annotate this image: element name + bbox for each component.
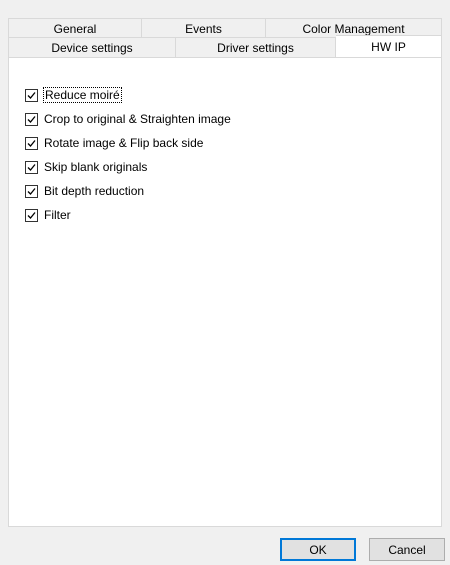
option-label: Skip blank originals [44,160,148,174]
check-icon [27,139,36,147]
tab-device-settings[interactable]: Device settings [8,37,176,57]
checkbox-filter[interactable] [25,208,38,222]
option-label: Bit depth reduction [44,184,145,198]
option-crop-straighten[interactable]: Crop to original & Straighten image [25,107,231,131]
option-filter[interactable]: Filter [25,203,231,227]
option-skip-blank[interactable]: Skip blank originals [25,155,231,179]
option-reduce-moire[interactable]: Reduce moiré [25,83,231,107]
checkbox-crop-straighten[interactable] [25,112,38,126]
cancel-button[interactable]: Cancel [369,538,445,561]
tab-events[interactable]: Events [142,18,266,38]
option-label: Crop to original & Straighten image [44,112,231,126]
option-label: Filter [44,208,71,222]
option-label: Reduce moiré [43,87,122,103]
checkbox-reduce-moire[interactable] [25,88,38,102]
check-icon [27,91,36,99]
check-icon [27,187,36,195]
option-rotate-flip[interactable]: Rotate image & Flip back side [25,131,231,155]
option-label: Rotate image & Flip back side [44,136,204,150]
checkbox-bit-depth[interactable] [25,184,38,198]
check-icon [27,163,36,171]
tab-hw-ip[interactable]: HW IP [336,35,442,57]
checkbox-rotate-flip[interactable] [25,136,38,150]
tab-row-front: Device settings Driver settings HW IP [8,35,442,57]
check-icon [27,211,36,219]
ok-button[interactable]: OK [280,538,356,561]
option-bit-depth[interactable]: Bit depth reduction [25,179,231,203]
checkbox-skip-blank[interactable] [25,160,38,174]
tab-general[interactable]: General [8,18,142,38]
options-list: Reduce moiré Crop to original & Straight… [25,83,231,227]
tab-driver-settings[interactable]: Driver settings [176,37,336,57]
check-icon [27,115,36,123]
